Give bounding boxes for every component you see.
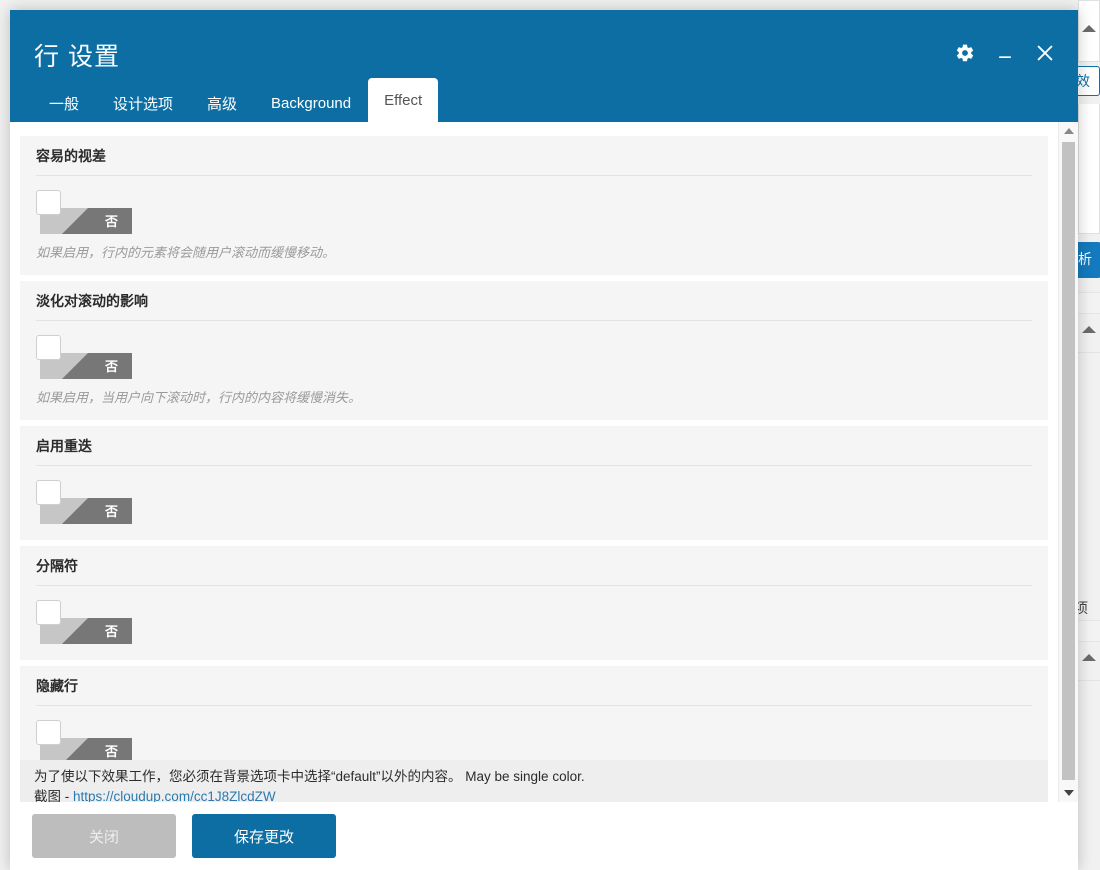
option-label: 启用重迭 <box>36 438 92 454</box>
notice-line-1: 为了使以下效果工作，您必须在背景选项卡中选择“default”以外的内容。 Ma… <box>34 769 585 784</box>
bg-band-1 <box>1078 292 1100 314</box>
tab-effect[interactable]: Effect <box>368 78 439 122</box>
modal-header: 行 设置 一般 设计选项 高级 Background Effect <box>10 10 1078 122</box>
option-label: 隐藏行 <box>36 678 78 694</box>
option-body: 否 <box>20 466 1048 540</box>
option-section-separator: 分隔符 否 <box>20 546 1048 660</box>
toggle-value: 否 <box>104 214 118 229</box>
toggle-handle[interactable] <box>36 190 61 215</box>
option-label: 分隔符 <box>36 558 78 574</box>
modal-footer: 关闭 保存更改 <box>10 802 1078 870</box>
scroll-down-arrow-icon[interactable] <box>1059 784 1078 802</box>
toggle-handle[interactable] <box>36 720 61 745</box>
close-icon[interactable] <box>1032 40 1058 66</box>
screenshot-link[interactable]: https://cloudup.com/cc1J8ZlcdZW <box>73 789 276 802</box>
option-section-parallax: 容易的视差 否 如果启用，行内的元素将会随用户滚动而缓慢移动。 <box>20 136 1048 275</box>
close-button[interactable]: 关闭 <box>32 814 176 858</box>
option-description: 如果启用，行内的元素将会随用户滚动而缓慢移动。 <box>36 245 336 260</box>
toggle-handle[interactable] <box>36 480 61 505</box>
settings-scroll-area: 容易的视差 否 如果启用，行内的元素将会随用户滚动而缓慢移动。 淡化对滚动的影响 <box>10 122 1058 802</box>
scrollbar-thumb[interactable] <box>1062 142 1075 780</box>
bg-sort-arrow-1[interactable] <box>1082 25 1096 32</box>
option-description: 如果启用，当用户向下滚动时，行内的内容将缓慢消失。 <box>36 390 362 405</box>
tab-bar: 一般 设计选项 高级 Background Effect <box>10 78 439 122</box>
tab-background[interactable]: Background <box>254 84 368 122</box>
modal-body: 容易的视差 否 如果启用，行内的元素将会随用户滚动而缓慢移动。 淡化对滚动的影响 <box>10 122 1078 802</box>
toggle-fill <box>62 353 132 379</box>
toggle-value: 否 <box>104 504 118 519</box>
toggle-separator[interactable]: 否 <box>36 600 132 646</box>
toggle-fill <box>62 208 132 234</box>
tab-general[interactable]: 一般 <box>32 84 96 122</box>
tab-design-options[interactable]: 设计选项 <box>96 84 190 122</box>
modal-scrollbar[interactable] <box>1058 122 1078 802</box>
option-body: 否 如果启用，当用户向下滚动时，行内的内容将缓慢消失。 <box>20 321 1048 420</box>
minimize-icon[interactable] <box>992 40 1018 66</box>
row-settings-modal: 行 设置 一般 设计选项 高级 Background Effect 容易的视差 … <box>10 10 1078 870</box>
bg-divider-2 <box>1078 352 1100 353</box>
toggle-value: 否 <box>104 744 118 759</box>
toggle-fill <box>62 618 132 644</box>
toggle-fade-on-scroll[interactable]: 否 <box>36 335 132 381</box>
notice-prefix: 截图 - <box>34 789 73 802</box>
tab-advanced[interactable]: 高级 <box>190 84 254 122</box>
notice-strip: 为了使以下效果工作，您必须在背景选项卡中选择“default”以外的内容。 Ma… <box>20 760 1048 802</box>
option-label: 容易的视差 <box>36 148 106 164</box>
toggle-fill <box>62 498 132 524</box>
save-changes-button[interactable]: 保存更改 <box>192 814 336 858</box>
option-body: 否 如果启用，行内的元素将会随用户滚动而缓慢移动。 <box>20 176 1048 275</box>
option-body: 否 <box>20 586 1048 660</box>
bg-band-2 <box>1078 620 1100 642</box>
bg-panel-2 <box>1078 104 1100 234</box>
bg-sort-arrow-3[interactable] <box>1082 654 1096 661</box>
toggle-handle[interactable] <box>36 335 61 360</box>
option-section-enable-overlap: 启用重迭 否 <box>20 426 1048 540</box>
toggle-enable-overlap[interactable]: 否 <box>36 480 132 526</box>
modal-title: 行 设置 <box>34 43 120 71</box>
toggle-handle[interactable] <box>36 600 61 625</box>
scroll-up-arrow-icon[interactable] <box>1059 122 1078 140</box>
bg-divider-4 <box>1078 680 1100 681</box>
bg-sort-arrow-2[interactable] <box>1082 326 1096 333</box>
option-label: 淡化对滚动的影响 <box>36 293 148 309</box>
option-section-fade-on-scroll: 淡化对滚动的影响 否 如果启用，当用户向下滚动时，行内的内容将缓慢消失。 <box>20 281 1048 420</box>
toggle-parallax[interactable]: 否 <box>36 190 132 236</box>
toggle-value: 否 <box>104 359 118 374</box>
notice-line-2: 截图 - https://cloudup.com/cc1J8ZlcdZW <box>34 787 1034 802</box>
header-controls <box>952 40 1058 66</box>
gear-icon[interactable] <box>952 40 978 66</box>
toggle-value: 否 <box>104 624 118 639</box>
